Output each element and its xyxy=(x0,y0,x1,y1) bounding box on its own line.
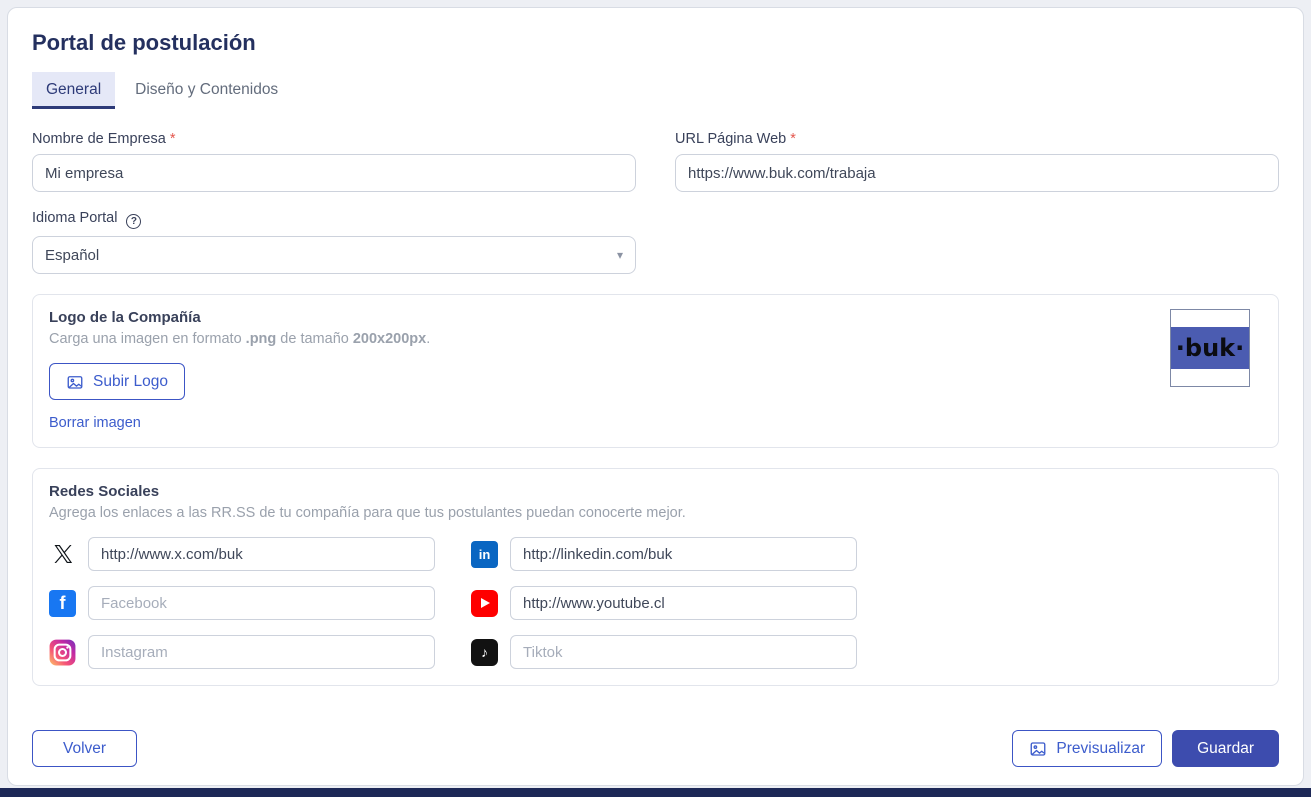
logo-section-subtitle: Carga una imagen en formato .png de tama… xyxy=(49,331,1262,347)
bottom-bar xyxy=(0,788,1311,797)
portal-language-label-text: Idioma Portal xyxy=(32,210,117,226)
youtube-url-input[interactable] xyxy=(510,586,857,620)
page-title: Portal de postulación xyxy=(32,30,1285,56)
help-icon[interactable]: ? xyxy=(126,214,141,229)
social-section-title: Redes Sociales xyxy=(49,483,1262,500)
preview-button[interactable]: Previsualizar xyxy=(1012,730,1162,767)
preview-image-icon xyxy=(1029,740,1047,758)
company-logo-band: ·buk· xyxy=(1171,327,1249,369)
upload-image-icon xyxy=(66,373,84,391)
main-form-row: Nombre de Empresa * URL Página Web * xyxy=(26,131,1285,192)
social-row-x xyxy=(49,537,435,571)
logo-section-title: Logo de la Compañía xyxy=(49,309,1262,326)
social-section: Redes Sociales Agrega los enlaces a las … xyxy=(32,468,1279,686)
preview-button-label: Previsualizar xyxy=(1056,740,1145,758)
website-url-field: URL Página Web * xyxy=(675,131,1279,192)
linkedin-url-input[interactable] xyxy=(510,537,857,571)
website-url-input[interactable] xyxy=(675,154,1279,192)
logo-subtitle-middle: de tamaño xyxy=(276,331,353,347)
instagram-url-input[interactable] xyxy=(88,635,435,669)
tab-bar: General Diseño y Contenidos xyxy=(32,72,1285,109)
social-row-facebook: f xyxy=(49,586,435,620)
facebook-url-input[interactable] xyxy=(88,586,435,620)
website-url-label: URL Página Web * xyxy=(675,131,1279,147)
company-name-label-text: Nombre de Empresa xyxy=(32,131,166,147)
logo-section: Logo de la Compañía Carga una imagen en … xyxy=(32,294,1279,448)
portal-language-select[interactable]: Español ▾ xyxy=(32,236,636,274)
footer-actions: Volver Previsualizar Guardar xyxy=(26,730,1285,767)
website-url-label-text: URL Página Web xyxy=(675,131,786,147)
portal-language-field: Idioma Portal ? Español ▾ xyxy=(26,210,642,274)
save-button[interactable]: Guardar xyxy=(1172,730,1279,767)
social-row-linkedin: in xyxy=(471,537,857,571)
company-logo-text: ·buk· xyxy=(1176,334,1244,362)
required-asterisk: * xyxy=(790,131,796,147)
portal-card: Portal de postulación General Diseño y C… xyxy=(7,7,1304,786)
tiktok-icon: ♪ xyxy=(471,639,498,666)
linkedin-icon: in xyxy=(471,541,498,568)
social-grid: in f xyxy=(49,537,1262,669)
tab-general[interactable]: General xyxy=(32,72,115,109)
social-row-instagram xyxy=(49,635,435,669)
upload-logo-label: Subir Logo xyxy=(93,373,168,391)
logo-subtitle-size: 200x200px xyxy=(353,331,426,347)
delete-image-link[interactable]: Borrar imagen xyxy=(49,415,141,431)
portal-language-label: Idioma Portal ? xyxy=(32,210,636,229)
back-button[interactable]: Volver xyxy=(32,730,137,767)
instagram-icon xyxy=(49,639,76,666)
youtube-icon xyxy=(471,590,498,617)
company-name-input[interactable] xyxy=(32,154,636,192)
tiktok-url-input[interactable] xyxy=(510,635,857,669)
facebook-icon: f xyxy=(49,590,76,617)
tab-diseno-y-contenidos[interactable]: Diseño y Contenidos xyxy=(121,72,292,109)
social-section-subtitle: Agrega los enlaces a las RR.SS de tu com… xyxy=(49,505,1262,521)
x-icon xyxy=(49,541,76,568)
logo-subtitle-format: .png xyxy=(246,331,277,347)
company-name-field: Nombre de Empresa * xyxy=(32,131,636,192)
page: Portal de postulación General Diseño y C… xyxy=(0,0,1311,797)
company-name-label: Nombre de Empresa * xyxy=(32,131,636,147)
company-logo: ·buk· xyxy=(1170,309,1250,387)
footer-right-actions: Previsualizar Guardar xyxy=(1012,730,1279,767)
x-url-input[interactable] xyxy=(88,537,435,571)
portal-language-value: Español xyxy=(45,247,99,264)
social-row-youtube xyxy=(471,586,857,620)
upload-logo-button[interactable]: Subir Logo xyxy=(49,363,185,400)
social-row-tiktok: ♪ xyxy=(471,635,857,669)
logo-subtitle-prefix: Carga una imagen en formato xyxy=(49,331,246,347)
required-asterisk: * xyxy=(170,131,176,147)
play-triangle xyxy=(481,598,490,608)
chevron-down-icon: ▾ xyxy=(617,248,623,262)
logo-subtitle-suffix: . xyxy=(426,331,430,347)
